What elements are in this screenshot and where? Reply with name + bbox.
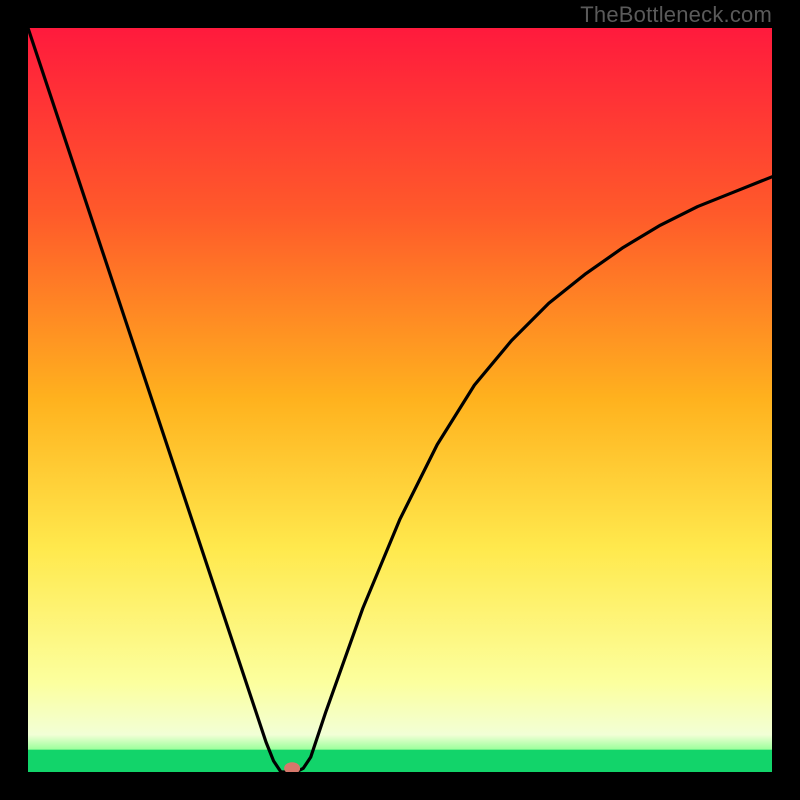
chart-frame	[28, 28, 772, 772]
optimal-band	[28, 750, 772, 772]
watermark-text: TheBottleneck.com	[580, 2, 772, 28]
chart-background	[28, 28, 772, 772]
bottleneck-chart	[28, 28, 772, 772]
